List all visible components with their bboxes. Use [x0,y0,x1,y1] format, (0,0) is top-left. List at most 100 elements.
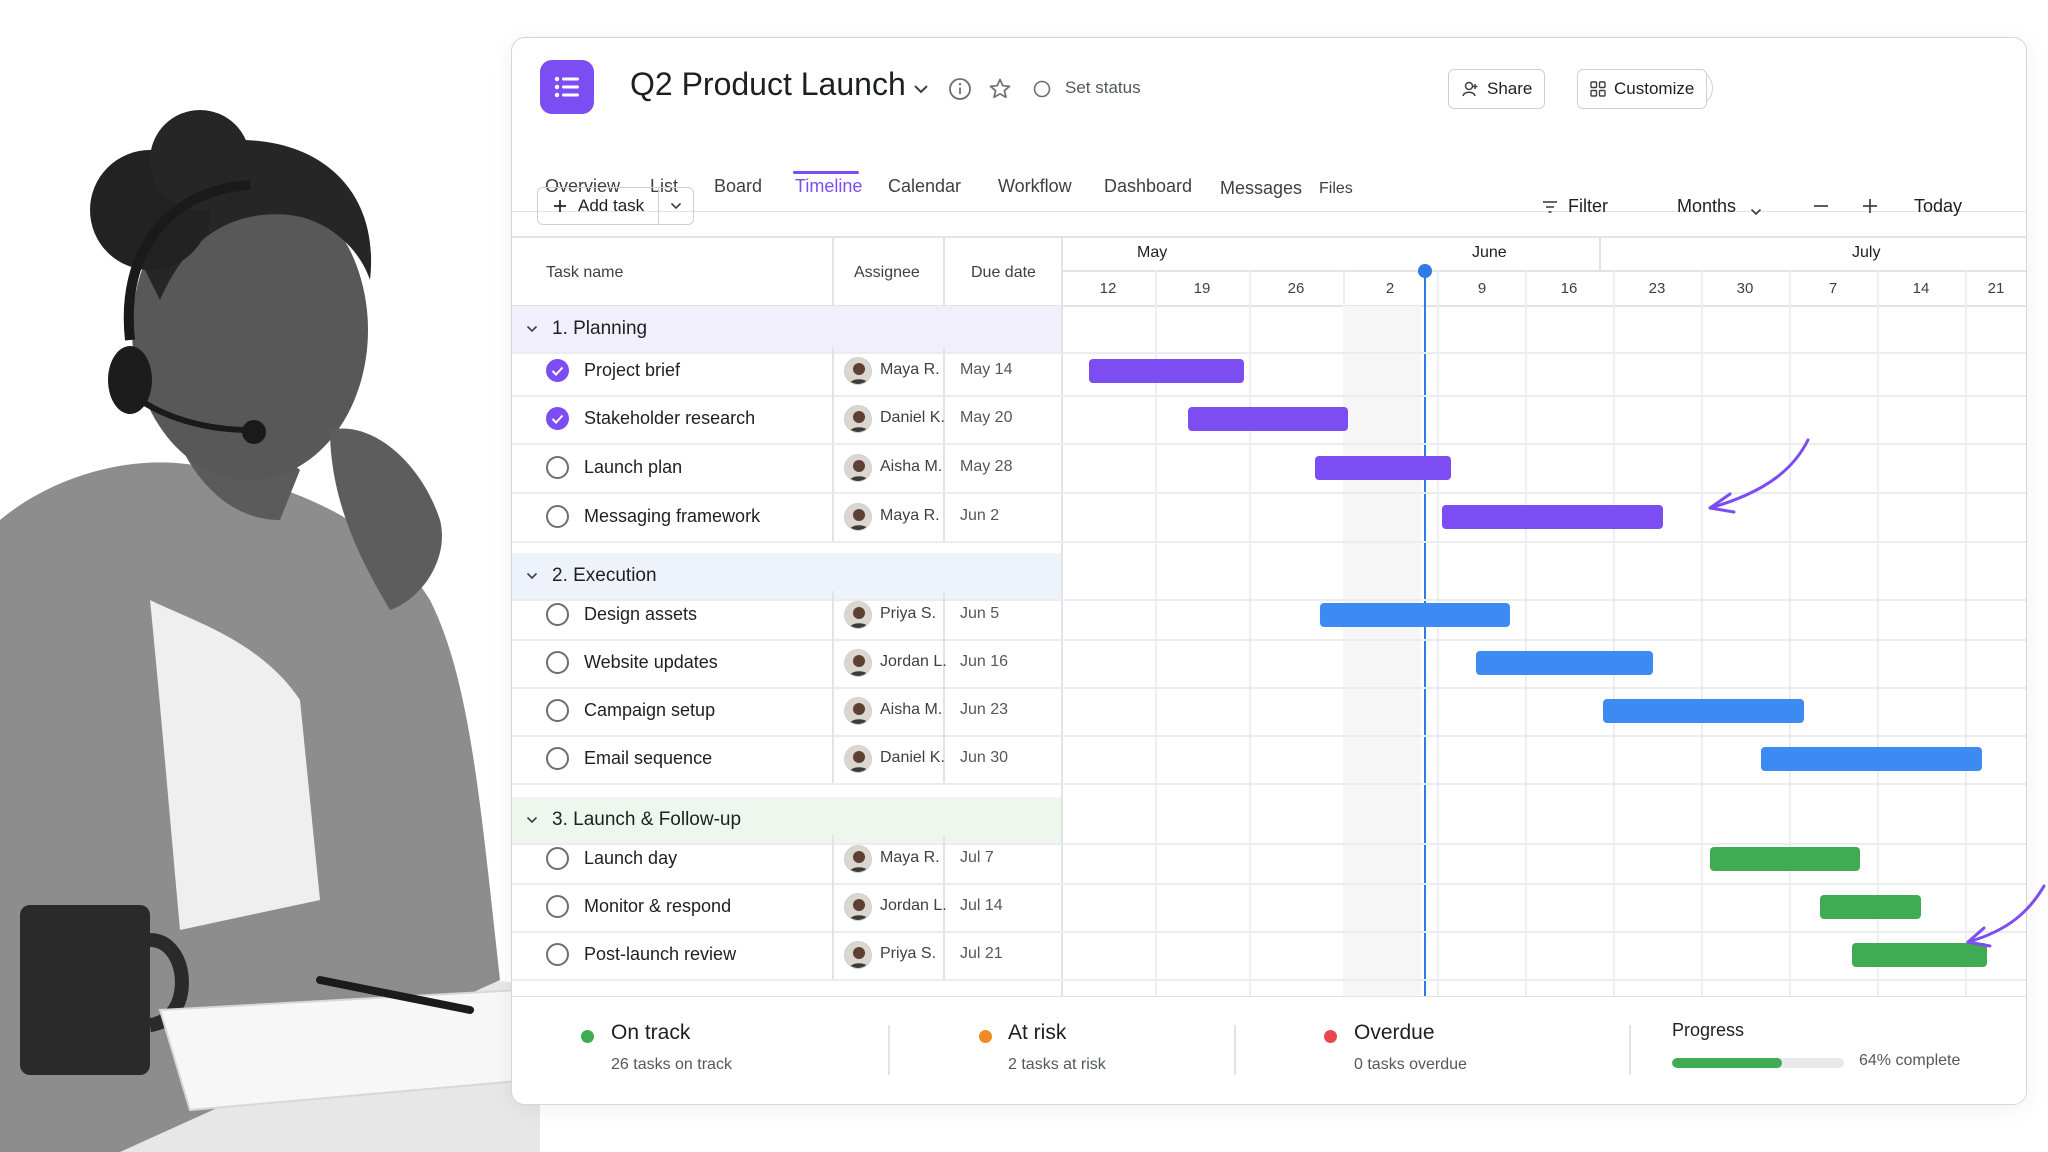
assignee-name[interactable]: Aisha M. [880,458,942,476]
due-date[interactable]: Jun 16 [960,653,1008,671]
filter-button[interactable]: Filter [1568,196,1608,217]
task-bar[interactable] [1089,359,1245,383]
project-list-icon[interactable] [540,60,594,114]
task-name[interactable]: Launch day [584,848,677,869]
incomplete-check-icon[interactable] [546,747,569,770]
incomplete-check-icon[interactable] [546,603,569,626]
group-header-3[interactable]: 3. Launch & Follow-up [512,797,1061,843]
assignee-avatar[interactable] [844,893,872,921]
group-header-1[interactable]: 1. Planning [512,306,1061,352]
customize-button[interactable]: Customize [1577,69,1708,109]
assignee-avatar[interactable] [844,697,872,725]
column-header[interactable]: Assignee [854,264,920,282]
group-header-2[interactable]: 2. Execution [512,553,1061,599]
assignee-name[interactable]: Aisha M. [880,701,942,719]
incomplete-check-icon[interactable] [546,943,569,966]
add-task-button[interactable]: Add task [538,188,659,224]
incomplete-check-icon[interactable] [546,651,569,674]
status-circle-icon[interactable] [1032,79,1052,99]
column-header[interactable]: Due date [971,264,1036,282]
due-date[interactable]: Jun 23 [960,701,1008,719]
incomplete-check-icon[interactable] [546,699,569,722]
task-name[interactable]: Email sequence [584,748,712,769]
assignee-name[interactable]: Maya R. [880,849,940,867]
zoom-select[interactable]: Months [1677,196,1736,217]
task-name[interactable]: Launch plan [584,457,682,478]
assignee-avatar[interactable] [844,941,872,969]
collapse-chevron-icon[interactable] [512,325,552,333]
assignee-name[interactable]: Priya S. [880,945,936,963]
tab-files[interactable]: Files [1319,180,1353,198]
task-name[interactable]: Project brief [584,360,680,381]
assignee-avatar[interactable] [844,405,872,433]
add-task-split-button[interactable]: Add task [537,187,694,225]
set-status-link[interactable]: Set status [1065,78,1141,98]
title-dropdown-chevron-icon[interactable] [908,76,934,102]
share-button[interactable]: Share [1448,69,1546,109]
due-date[interactable]: Jun 30 [960,749,1008,767]
task-bar[interactable] [1319,603,1511,627]
assignee-avatar[interactable] [844,503,872,531]
assignee-avatar[interactable] [844,845,872,873]
due-date[interactable]: May 28 [960,458,1012,476]
assignee-avatar[interactable] [844,745,872,773]
task-bar[interactable] [1187,407,1348,431]
assignee-name[interactable]: Maya R. [880,507,940,525]
due-date[interactable]: Jun 2 [960,507,999,525]
incomplete-check-icon[interactable] [546,847,569,870]
incomplete-check-icon[interactable] [546,456,569,479]
zoom-out-minus-icon[interactable] [1812,196,1830,216]
assignee-name[interactable]: Priya S. [880,605,936,623]
task-name[interactable]: Stakeholder research [584,408,755,429]
incomplete-check-icon[interactable] [546,895,569,918]
assignee-name[interactable]: Jordan L. [880,897,947,915]
tab-messages[interactable]: Messages [1220,178,1302,199]
task-name[interactable]: Monitor & respond [584,896,731,917]
star-icon[interactable] [986,75,1014,103]
tab-workflow[interactable]: Workflow [998,176,1072,197]
task-bar[interactable] [1476,651,1654,675]
due-date[interactable]: Jul 7 [960,849,994,867]
due-date[interactable]: Jul 14 [960,897,1003,915]
due-date[interactable]: Jul 21 [960,945,1003,963]
due-date[interactable]: May 14 [960,361,1012,379]
zoom-chevron-down-icon[interactable] [1750,203,1762,221]
filter-icon[interactable] [1542,200,1558,219]
zoom-in-plus-icon[interactable] [1861,196,1879,216]
task-bar[interactable] [1819,895,1922,919]
assignee-name[interactable]: Daniel K. [880,749,945,767]
column-header[interactable]: Task name [546,264,623,282]
task-bar[interactable] [1761,747,1983,771]
add-task-dropdown-chevron-icon[interactable] [659,202,693,210]
assignee-avatar[interactable] [844,357,872,385]
assignee-avatar[interactable] [844,454,872,482]
incomplete-check-icon[interactable] [546,505,569,528]
assignee-name[interactable]: Daniel K. [880,409,945,427]
collapse-chevron-icon[interactable] [512,816,552,824]
task-name[interactable]: Post-launch review [584,944,736,965]
assignee-name[interactable]: Jordan L. [880,653,947,671]
due-date[interactable]: May 20 [960,409,1012,427]
collapse-chevron-icon[interactable] [512,572,552,580]
row-divider [512,395,2026,397]
assignee-avatar[interactable] [844,601,872,629]
today-button[interactable]: Today [1914,196,1962,217]
task-name[interactable]: Campaign setup [584,700,715,721]
tab-dashboard[interactable]: Dashboard [1104,176,1192,197]
task-bar[interactable] [1441,505,1663,529]
tab-timeline[interactable]: Timeline [795,176,862,197]
tab-calendar[interactable]: Calendar [888,176,961,197]
due-date[interactable]: Jun 5 [960,605,999,623]
info-icon[interactable] [946,75,974,103]
task-name[interactable]: Design assets [584,604,697,625]
completed-check-icon[interactable] [546,407,569,430]
task-bar[interactable] [1603,699,1804,723]
task-name[interactable]: Website updates [584,652,718,673]
task-bar[interactable] [1314,456,1452,480]
assignee-avatar[interactable] [844,649,872,677]
task-name[interactable]: Messaging framework [584,506,760,527]
task-bar[interactable] [1709,847,1860,871]
tab-board[interactable]: Board [714,176,762,197]
completed-check-icon[interactable] [546,359,569,382]
assignee-name[interactable]: Maya R. [880,361,940,379]
